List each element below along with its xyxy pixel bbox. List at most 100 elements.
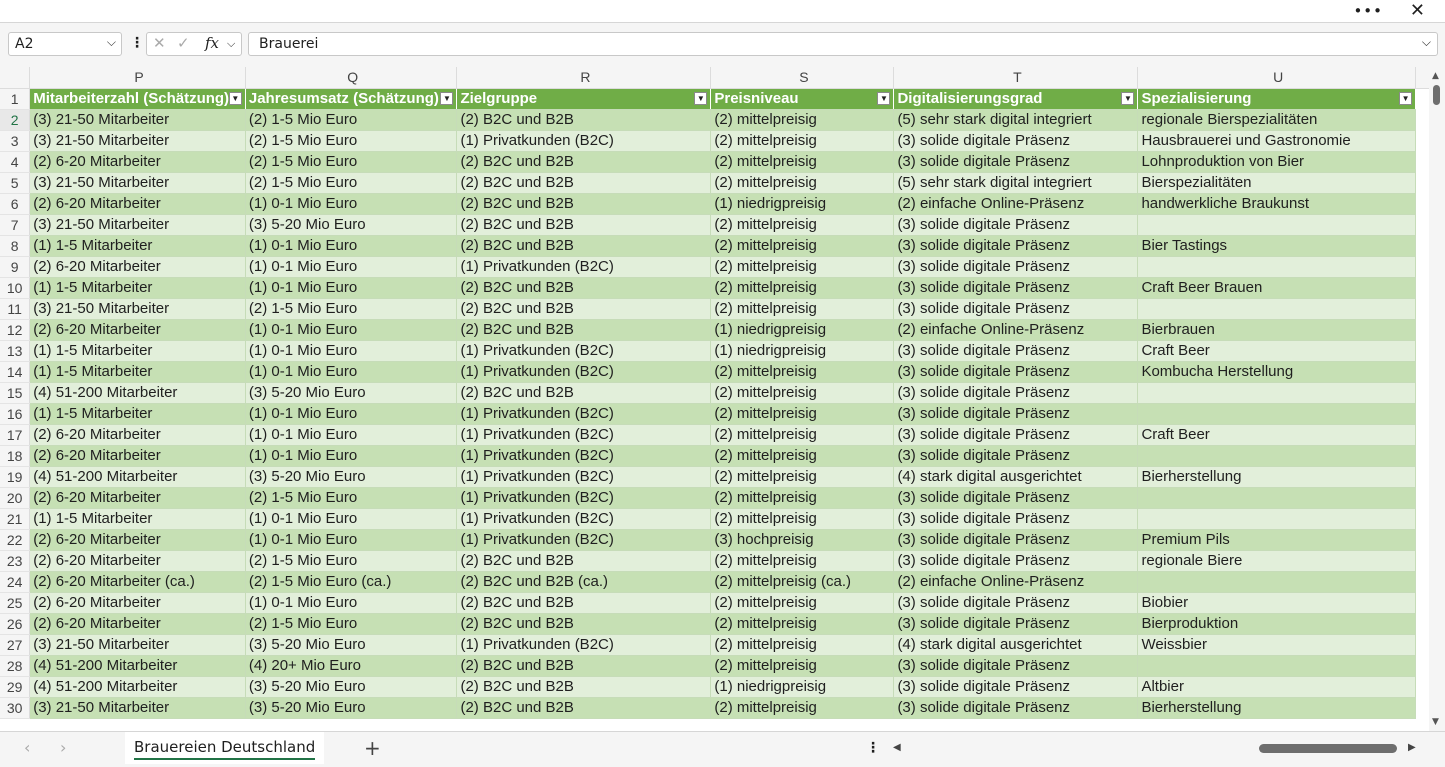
table-cell[interactable]: (2) B2C und B2B (456, 298, 712, 320)
table-cell[interactable]: (3) hochpreisig (710, 529, 895, 551)
table-cell[interactable]: Bierproduktion (1137, 613, 1417, 635)
table-cell[interactable]: (2) B2C und B2B (456, 235, 712, 257)
table-cell[interactable]: (4) stark digital ausgerichtet (893, 466, 1139, 488)
row-header[interactable]: 17 (0, 424, 31, 446)
row-header[interactable]: 1 (0, 88, 31, 110)
table-header-cell[interactable]: Preisniveau ▼ (710, 88, 895, 110)
previous-sheet-icon[interactable]: ‹ (24, 738, 30, 757)
scroll-down-icon[interactable]: ▼ (1432, 717, 1439, 727)
close-icon[interactable]: ✕ (1410, 0, 1425, 21)
table-cell[interactable]: (2) B2C und B2B (456, 382, 712, 404)
row-header[interactable]: 29 (0, 676, 31, 698)
table-cell[interactable]: Bier Tastings (1137, 235, 1417, 257)
table-cell[interactable]: Altbier (1137, 676, 1417, 698)
table-cell[interactable]: (1) 1-5 Mitarbeiter (29, 277, 246, 299)
table-cell[interactable]: (1) 0-1 Mio Euro (245, 592, 458, 614)
table-cell[interactable]: (1) 1-5 Mitarbeiter (29, 508, 246, 530)
table-cell[interactable]: (3) solide digitale Präsenz (893, 550, 1139, 572)
table-header-cell[interactable]: Digitalisierungsgrad ▼ (893, 88, 1139, 110)
cancel-icon[interactable]: ✕ (153, 34, 166, 52)
table-cell[interactable]: (1) 0-1 Mio Euro (245, 277, 458, 299)
table-cell[interactable]: (2) mittelpreisig (710, 361, 895, 383)
row-header[interactable]: 9 (0, 256, 31, 278)
table-cell[interactable]: (2) B2C und B2B (456, 214, 712, 236)
scroll-right-icon[interactable]: ▶ (1408, 742, 1416, 753)
table-cell[interactable]: (1) 0-1 Mio Euro (245, 319, 458, 341)
table-cell[interactable]: Bierspezialitäten (1137, 172, 1417, 194)
table-cell[interactable]: (1) Privatkunden (B2C) (456, 340, 712, 362)
table-cell[interactable]: (3) 21-50 Mitarbeiter (29, 109, 246, 131)
table-cell[interactable]: (2) 1-5 Mio Euro (ca.) (245, 571, 458, 593)
table-cell[interactable]: (1) niedrigpreisig (710, 319, 895, 341)
table-cell[interactable]: (2) einfache Online-Präsenz (893, 319, 1139, 341)
table-cell[interactable]: Craft Beer Brauen (1137, 277, 1417, 299)
table-cell[interactable]: (1) Privatkunden (B2C) (456, 508, 712, 530)
table-cell[interactable]: (3) solide digitale Präsenz (893, 529, 1139, 551)
row-header[interactable]: 16 (0, 403, 31, 425)
table-cell[interactable]: (3) 21-50 Mitarbeiter (29, 172, 246, 194)
table-cell[interactable]: (4) 51-200 Mitarbeiter (29, 655, 246, 677)
table-cell[interactable]: (2) 6-20 Mitarbeiter (29, 256, 246, 278)
table-cell[interactable]: (3) solide digitale Präsenz (893, 361, 1139, 383)
table-cell[interactable]: (3) 5-20 Mio Euro (245, 214, 458, 236)
column-header-q[interactable]: Q (245, 67, 458, 89)
table-cell[interactable]: (2) B2C und B2B (456, 277, 712, 299)
table-header-cell[interactable]: Spezialisierung ▼ (1137, 88, 1417, 110)
table-cell[interactable]: (2) 1-5 Mio Euro (245, 298, 458, 320)
table-cell[interactable]: (2) 6-20 Mitarbeiter (29, 193, 246, 215)
table-cell[interactable]: (2) B2C und B2B (ca.) (456, 571, 712, 593)
table-cell[interactable]: (2) mittelpreisig (710, 214, 895, 236)
table-cell[interactable]: Premium Pils (1137, 529, 1417, 551)
table-cell[interactable]: (3) 5-20 Mio Euro (245, 466, 458, 488)
select-all-corner[interactable] (0, 67, 31, 89)
row-header[interactable]: 4 (0, 151, 31, 173)
row-header[interactable]: 21 (0, 508, 31, 530)
row-header[interactable]: 6 (0, 193, 31, 215)
table-cell[interactable]: (2) B2C und B2B (456, 151, 712, 173)
expand-formula-icon[interactable]: ⌵ (1422, 35, 1431, 50)
column-header-r[interactable]: R (456, 67, 712, 89)
table-cell[interactable]: (1) Privatkunden (B2C) (456, 361, 712, 383)
filter-dropdown-icon[interactable]: ▼ (877, 91, 891, 105)
row-header[interactable]: 19 (0, 466, 31, 488)
table-cell[interactable]: (2) B2C und B2B (456, 613, 712, 635)
next-sheet-icon[interactable]: › (60, 738, 66, 757)
name-box[interactable]: A2 ⌵ (8, 32, 122, 56)
table-cell[interactable]: (2) mittelpreisig (710, 256, 895, 278)
table-cell[interactable]: (2) mittelpreisig (710, 550, 895, 572)
table-cell[interactable] (1137, 487, 1417, 509)
table-cell[interactable]: (3) solide digitale Präsenz (893, 508, 1139, 530)
table-cell[interactable]: (3) solide digitale Präsenz (893, 298, 1139, 320)
table-cell[interactable]: (2) mittelpreisig (710, 466, 895, 488)
table-cell[interactable]: (3) 5-20 Mio Euro (245, 382, 458, 404)
vertical-scrollbar[interactable]: ▲ ▼ (1429, 67, 1445, 731)
table-cell[interactable]: (2) mittelpreisig (710, 130, 895, 152)
table-cell[interactable]: Weissbier (1137, 634, 1417, 656)
table-cell[interactable]: handwerkliche Braukunst (1137, 193, 1417, 215)
table-cell[interactable]: (2) mittelpreisig (710, 592, 895, 614)
table-cell[interactable]: (2) 6-20 Mitarbeiter (29, 319, 246, 341)
table-cell[interactable]: Craft Beer (1137, 424, 1417, 446)
more-options-icon[interactable]: ••• (1353, 2, 1383, 20)
table-cell[interactable]: (2) 6-20 Mitarbeiter (29, 529, 246, 551)
table-cell[interactable]: (3) solide digitale Präsenz (893, 445, 1139, 467)
table-cell[interactable]: (2) B2C und B2B (456, 676, 712, 698)
row-header[interactable]: 22 (0, 529, 31, 551)
formula-input[interactable]: Brauerei ⌵ (248, 32, 1438, 56)
table-header-cell[interactable]: Mitarbeiterzahl (Schätzung) ▼ (29, 88, 246, 110)
row-header[interactable]: 5 (0, 172, 31, 194)
insert-function-icon[interactable]: fx (205, 34, 219, 52)
table-cell[interactable]: (1) 0-1 Mio Euro (245, 340, 458, 362)
row-header[interactable]: 20 (0, 487, 31, 509)
table-cell[interactable]: Hausbrauerei und Gastronomie (1137, 130, 1417, 152)
table-cell[interactable]: (1) Privatkunden (B2C) (456, 634, 712, 656)
table-cell[interactable]: (5) sehr stark digital integriert (893, 172, 1139, 194)
table-cell[interactable]: (2) B2C und B2B (456, 109, 712, 131)
table-cell[interactable]: (1) 0-1 Mio Euro (245, 235, 458, 257)
table-cell[interactable]: (1) 0-1 Mio Euro (245, 361, 458, 383)
table-cell[interactable]: (3) solide digitale Präsenz (893, 403, 1139, 425)
row-header[interactable]: 2 (0, 109, 31, 131)
table-cell[interactable]: (2) mittelpreisig (710, 298, 895, 320)
table-cell[interactable]: (1) Privatkunden (B2C) (456, 466, 712, 488)
table-cell[interactable]: (5) sehr stark digital integriert (893, 109, 1139, 131)
